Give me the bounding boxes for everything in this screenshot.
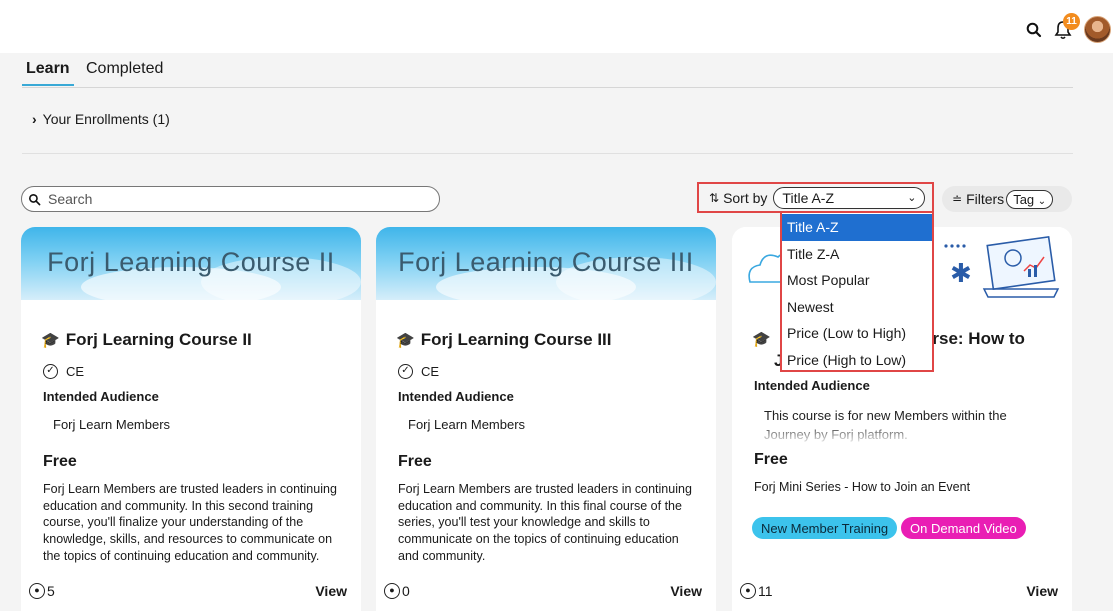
- graduation-cap-icon: 🎓: [752, 331, 771, 348]
- filters-control[interactable]: ≐ Filters Tag ⌄: [942, 186, 1072, 212]
- sort-option-newest[interactable]: Newest: [782, 294, 932, 321]
- graduation-cap-icon: 🎓: [396, 332, 415, 349]
- course-description: Forj Learn Members are trusted leaders i…: [43, 482, 337, 563]
- filters-label: Filters: [966, 191, 1005, 207]
- svg-text:✱: ✱: [950, 259, 972, 289]
- price: Free: [398, 453, 432, 470]
- credential: ✓ CE: [398, 364, 439, 379]
- course-description: Forj Mini Series - How to Join an Event: [754, 480, 971, 494]
- audience-value: Forj Learn Members: [408, 417, 526, 432]
- course-card[interactable]: Forj Learning Course II 🎓 Forj Learning …: [21, 227, 361, 611]
- credential: ✓ CE: [43, 364, 84, 379]
- search-icon[interactable]: [1025, 21, 1043, 39]
- notification-badge: 11: [1063, 13, 1080, 30]
- user-icon: ●: [29, 583, 45, 599]
- filter-icon: ≐: [952, 192, 963, 206]
- view-button[interactable]: View: [315, 583, 347, 599]
- banner-title: Forj Learning Course II: [47, 247, 335, 277]
- graduation-cap-icon: 🎓: [41, 332, 60, 349]
- view-button[interactable]: View: [670, 583, 702, 599]
- audience-heading: Intended Audience: [43, 389, 159, 404]
- sort-icon: ⇅: [709, 190, 720, 205]
- sort-control: ⇅ Sort by Title A-Z ⌄: [697, 182, 934, 213]
- sort-select[interactable]: Title A-Z ⌄: [773, 186, 926, 209]
- course-title[interactable]: 🎓 Forj Learning Course II: [41, 330, 252, 350]
- sort-option-title-za[interactable]: Title Z-A: [782, 241, 932, 268]
- course-card[interactable]: Forj Learning Course III 🎓 Forj Learning…: [376, 227, 716, 611]
- price: Free: [43, 453, 77, 470]
- member-count: ● 5: [29, 583, 55, 599]
- sort-option-most-popular[interactable]: Most Popular: [782, 267, 932, 294]
- check-circle-icon: ✓: [398, 364, 413, 379]
- chevron-down-icon: ⌄: [1037, 195, 1047, 207]
- user-icon: ●: [384, 583, 400, 599]
- banner-title: Forj Learning Course III: [398, 247, 694, 277]
- sort-dropdown: Title A-Z Title Z-A Most Popular Newest …: [780, 211, 934, 372]
- price: Free: [754, 451, 788, 468]
- divider: [22, 153, 1073, 154]
- course-title[interactable]: 🎓 Forj Learning Course III: [396, 330, 612, 350]
- course-banner: Forj Learning Course II: [21, 227, 361, 307]
- search-icon: [29, 193, 41, 205]
- course-title[interactable]: 🎓 urse: How to: [752, 329, 1025, 348]
- tag-select-value: Tag: [1013, 191, 1035, 207]
- audience-heading: Intended Audience: [398, 389, 514, 404]
- audience-heading: Intended Audience: [754, 378, 870, 393]
- tab-learn[interactable]: Learn: [22, 60, 74, 86]
- sort-label: Sort by: [723, 189, 768, 206]
- sort-option-title-az[interactable]: Title A-Z: [782, 214, 932, 241]
- member-count: ● 11: [740, 583, 773, 599]
- top-bar: 11: [0, 0, 1113, 53]
- check-circle-icon: ✓: [43, 364, 58, 379]
- sort-option-price-high-low[interactable]: Price (High to Low): [782, 347, 932, 374]
- sort-option-price-low-high[interactable]: Price (Low to High): [782, 320, 932, 347]
- sort-selected-value: Title A-Z: [782, 189, 835, 206]
- enrollments-label: Your Enrollments (1): [42, 111, 170, 127]
- user-icon: ●: [740, 583, 756, 599]
- tab-completed[interactable]: Completed: [86, 60, 163, 78]
- search-box[interactable]: [21, 186, 440, 212]
- chevron-right-icon: ›: [32, 111, 37, 127]
- chevron-down-icon: ⌄: [907, 192, 917, 204]
- tag-select[interactable]: Tag ⌄: [1006, 189, 1054, 209]
- tab-bar: Learn Completed: [22, 55, 1073, 88]
- avatar[interactable]: [1084, 16, 1111, 43]
- course-banner: Forj Learning Course III: [376, 227, 716, 307]
- tag-on-demand-video[interactable]: On Demand Video: [901, 517, 1026, 539]
- course-description: Forj Learn Members are trusted leaders i…: [398, 482, 692, 563]
- enrollments-toggle[interactable]: › Your Enrollments (1): [32, 111, 170, 127]
- search-input[interactable]: [46, 190, 426, 208]
- audience-value: Forj Learn Members: [53, 417, 171, 432]
- member-count: ● 0: [384, 583, 410, 599]
- view-button[interactable]: View: [1026, 583, 1058, 599]
- tag-new-member-training[interactable]: New Member Training: [752, 517, 898, 539]
